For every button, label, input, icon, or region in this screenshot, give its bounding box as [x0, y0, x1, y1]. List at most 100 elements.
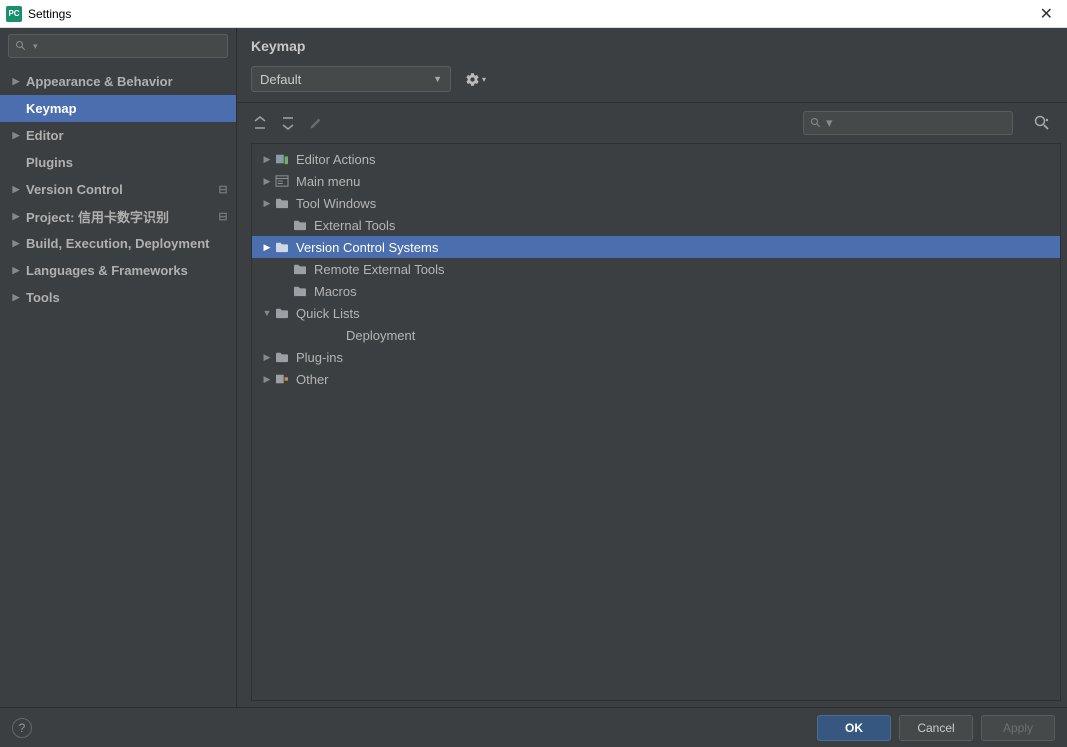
- tree-row-label: Plug-ins: [296, 350, 343, 365]
- tree-arrow-icon: ▶: [260, 176, 274, 187]
- edit-button[interactable]: [307, 114, 325, 132]
- sidebar-item-project-[interactable]: ▶ Project: 信用卡数字识别⊟: [0, 203, 236, 230]
- sidebar-item-editor[interactable]: ▶ Editor: [0, 122, 236, 149]
- tree-arrow-icon: ▶: [260, 154, 274, 165]
- folder-icon: [292, 283, 308, 299]
- titlebar: PC Settings ✕: [0, 0, 1067, 28]
- tree-row-label: Main menu: [296, 174, 360, 189]
- keymap-settings-button[interactable]: ▾: [465, 72, 486, 87]
- sidebar-item-tools[interactable]: ▶Tools: [0, 284, 236, 311]
- tree-row[interactable]: ▶ Tool Windows: [252, 192, 1060, 214]
- cancel-label: Cancel: [917, 721, 954, 735]
- sidebar-item-version-control[interactable]: ▶ Version Control⊟: [0, 176, 236, 203]
- tree-row[interactable]: External Tools: [252, 214, 1060, 236]
- chevron-right-icon: ▶: [10, 76, 22, 87]
- folder-icon: [274, 151, 290, 167]
- tree-arrow-icon: ▶: [260, 352, 274, 363]
- sidebar-item-label: Keymap: [26, 101, 236, 116]
- chevron-right-icon: ▶: [10, 265, 22, 276]
- collapse-all-icon: [280, 115, 296, 131]
- sidebar-item-label: Editor: [26, 128, 236, 143]
- sidebar-item-label: Tools: [26, 290, 236, 305]
- expand-all-button[interactable]: [251, 114, 269, 132]
- keymap-select[interactable]: Default ▼: [251, 66, 451, 92]
- sidebar-item-languages-frameworks[interactable]: ▶ Languages & Frameworks: [0, 257, 236, 284]
- tree-row[interactable]: ▶ Editor Actions: [252, 148, 1060, 170]
- keymap-toolbar: ▾: [237, 103, 1067, 143]
- pencil-icon: [309, 116, 323, 130]
- footer: ? OK Cancel Apply: [0, 707, 1067, 747]
- chevron-right-icon: ▶: [10, 130, 22, 141]
- tree-row-label: Macros: [314, 284, 357, 299]
- sidebar-item-label: Project: 信用卡数字识别: [26, 207, 216, 226]
- settings-nav: ▶ Appearance & Behavior Keymap ▶ Editor Plugi…: [0, 64, 236, 707]
- expand-all-icon: [252, 115, 268, 131]
- sidebar-item-plugins[interactable]: Plugins: [0, 149, 236, 176]
- tree-arrow-icon: ▼: [260, 308, 274, 318]
- page-title: Keymap: [237, 28, 1067, 60]
- tree-row[interactable]: ▶ Other: [252, 368, 1060, 390]
- cancel-button[interactable]: Cancel: [899, 715, 973, 741]
- tree-row[interactable]: ▼ Quick Lists: [252, 302, 1060, 324]
- sidebar-item-label: Appearance & Behavior: [26, 74, 236, 89]
- tree-row-label: Tool Windows: [296, 196, 376, 211]
- project-scope-icon: ⊟: [216, 183, 230, 196]
- close-icon[interactable]: ✕: [1032, 4, 1061, 24]
- chevron-right-icon: ▶: [10, 238, 22, 249]
- settings-window: PC Settings ✕ ▾ ▶Appearance & BehaviorKe…: [0, 0, 1067, 747]
- folder-icon: [274, 173, 290, 189]
- sidebar-item-label: Build, Execution, Deployment: [26, 236, 236, 251]
- tree-row-label: Version Control Systems: [296, 240, 438, 255]
- body: ▾ ▶Appearance & BehaviorKeymap▶EditorPlu…: [0, 28, 1067, 707]
- tree-row[interactable]: Macros: [252, 280, 1060, 302]
- find-by-shortcut-button[interactable]: [1031, 112, 1053, 134]
- folder-icon: [292, 217, 308, 233]
- project-scope-icon: ⊟: [216, 210, 230, 223]
- tree-row[interactable]: ▶ Plug-ins: [252, 346, 1060, 368]
- apply-button[interactable]: Apply: [981, 715, 1055, 741]
- sidebar-item-label: Languages & Frameworks: [26, 263, 236, 278]
- folder-icon: [292, 261, 308, 277]
- tree-row[interactable]: Remote External Tools: [252, 258, 1060, 280]
- tree-row-label: Deployment: [346, 328, 415, 343]
- tree-arrow-icon: ▶: [260, 374, 274, 385]
- chevron-down-icon: ▾: [33, 41, 38, 52]
- folder-icon: [274, 349, 290, 365]
- main-panel: Keymap Default ▼ ▾: [237, 28, 1067, 707]
- collapse-all-button[interactable]: [279, 114, 297, 132]
- chevron-right-icon: ▶: [10, 184, 22, 195]
- apply-label: Apply: [1003, 721, 1033, 735]
- tree-row-label: Other: [296, 372, 329, 387]
- tree-row[interactable]: ▶ Version Control Systems: [252, 236, 1060, 258]
- sidebar-item-appearance-behavior[interactable]: ▶ Appearance & Behavior: [0, 68, 236, 95]
- folder-icon: [274, 305, 290, 321]
- chevron-right-icon: ▶: [10, 211, 22, 222]
- tree-row-label: Editor Actions: [296, 152, 376, 167]
- sidebar-item-keymap[interactable]: Keymap: [0, 95, 236, 122]
- tree-arrow-icon: ▶: [260, 242, 274, 253]
- chevron-down-icon: ▾: [826, 115, 833, 131]
- folder-icon: [274, 371, 290, 387]
- tree-row[interactable]: Deployment: [252, 324, 1060, 346]
- sidebar-item-label: Version Control: [26, 182, 216, 197]
- search-icon: [15, 40, 27, 52]
- help-button[interactable]: ?: [12, 718, 32, 738]
- keymap-search-input[interactable]: ▾: [803, 111, 1013, 135]
- tree-row-label: External Tools: [314, 218, 395, 233]
- tree-row[interactable]: ▶ Main menu: [252, 170, 1060, 192]
- ok-button[interactable]: OK: [817, 715, 891, 741]
- sidebar-search-input[interactable]: ▾: [8, 34, 228, 58]
- folder-icon: [274, 239, 290, 255]
- gear-icon: [465, 72, 480, 87]
- search-icon: [810, 117, 822, 129]
- tree-row-label: Quick Lists: [296, 306, 360, 321]
- chevron-down-icon: ▼: [433, 74, 442, 84]
- app-icon: PC: [6, 6, 22, 22]
- chevron-down-icon: ▾: [482, 75, 486, 84]
- tree-arrow-icon: ▶: [260, 198, 274, 209]
- folder-icon: [274, 195, 290, 211]
- tree-row-label: Remote External Tools: [314, 262, 445, 277]
- window-title: Settings: [28, 7, 1032, 21]
- keymap-tree[interactable]: ▶ Editor Actions ▶ Main menu ▶ Tool Windows Ex…: [251, 143, 1061, 701]
- sidebar-item-build-execution-deployment[interactable]: ▶ Build, Execution, Deployment: [0, 230, 236, 257]
